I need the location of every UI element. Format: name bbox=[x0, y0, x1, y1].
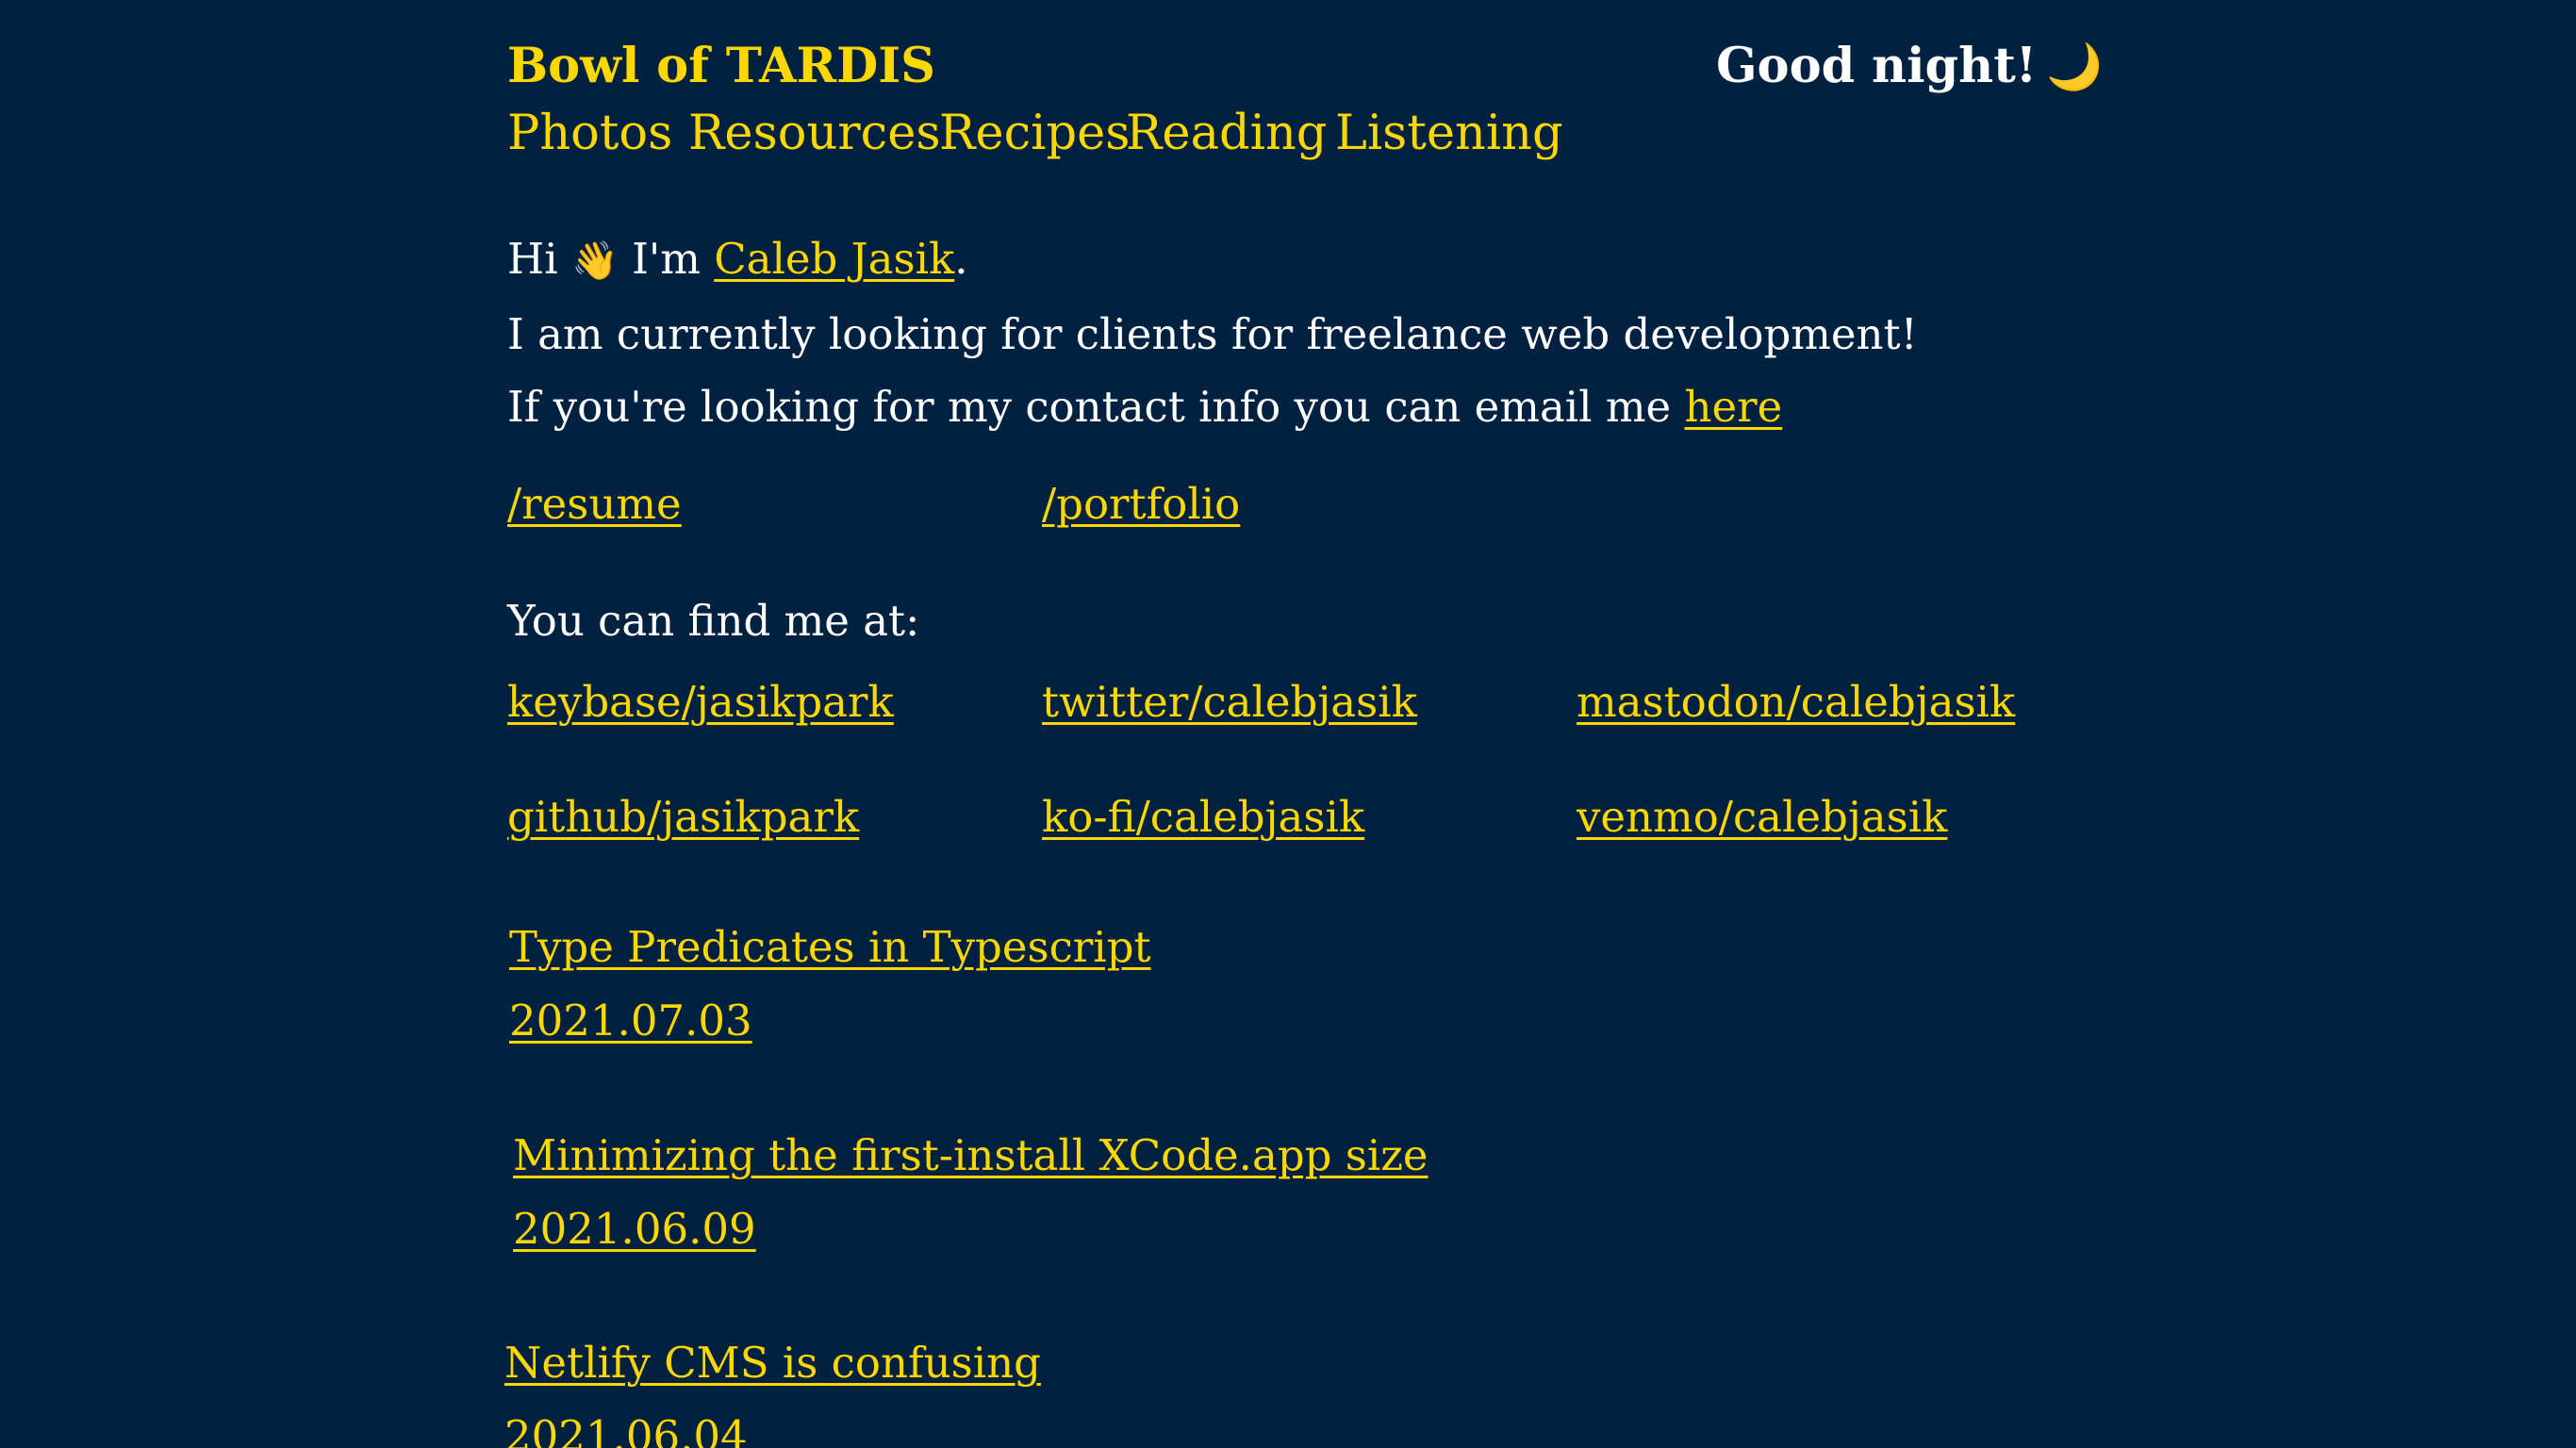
social-link-keybase[interactable]: keybase/jasikpark bbox=[507, 677, 894, 727]
social-link-kofi[interactable]: ko-fi/calebjasik bbox=[1042, 792, 1364, 842]
find-me-label: You can find me at: bbox=[507, 596, 920, 646]
post-date-link[interactable]: 2021.07.03 bbox=[509, 996, 752, 1045]
post-item: Minimizing the first-install XCode.app s… bbox=[513, 1119, 1428, 1266]
post-title-link[interactable]: Type Predicates in Typescript bbox=[509, 922, 1151, 972]
nav-item-photos[interactable]: Photos bbox=[507, 106, 672, 161]
social-link-twitter[interactable]: twitter/calebjasik bbox=[1042, 677, 1417, 727]
email-link[interactable]: here bbox=[1685, 382, 1783, 432]
post-date-link[interactable]: 2021.06.04 bbox=[504, 1411, 748, 1448]
social-link-mastodon[interactable]: mastodon/calebjasik bbox=[1577, 677, 2015, 727]
contact-text: If you're looking for my contact info yo… bbox=[507, 382, 1672, 432]
intro-line-1: Hi 👋 I'm Caleb Jasik. bbox=[507, 222, 1918, 298]
site-title[interactable]: Bowl of TARDIS bbox=[507, 38, 935, 94]
social-link-github[interactable]: github/jasikpark bbox=[507, 792, 859, 842]
period-text: . bbox=[954, 234, 968, 284]
moon-icon: 🌙 bbox=[2046, 41, 2103, 93]
social-link-venmo[interactable]: venmo/calebjasik bbox=[1577, 792, 1947, 842]
waving-hand-icon: 👋 bbox=[570, 239, 619, 283]
page: Bowl of TARDIS Good night! 🌙 Photos Resou… bbox=[0, 0, 2576, 1448]
name-link[interactable]: Caleb Jasik bbox=[714, 234, 954, 284]
resume-link[interactable]: /resume bbox=[507, 479, 682, 529]
nav-item-recipes[interactable]: Recipes bbox=[939, 106, 1130, 161]
post-date-link[interactable]: 2021.06.09 bbox=[513, 1204, 756, 1254]
post-title-link[interactable]: Minimizing the first-install XCode.app s… bbox=[513, 1130, 1428, 1180]
nav-item-resources[interactable]: Resources bbox=[688, 106, 941, 161]
portfolio-link[interactable]: /portfolio bbox=[1042, 479, 1240, 529]
intro-line-3: If you're looking for my contact info yo… bbox=[507, 370, 1918, 443]
intro: Hi 👋 I'm Caleb Jasik. I am currently loo… bbox=[507, 222, 1918, 443]
intro-line-2: I am currently looking for clients for f… bbox=[507, 309, 1918, 359]
greeting: Good night! 🌙 bbox=[1716, 38, 2103, 94]
post-title-link[interactable]: Netlify CMS is confusing bbox=[504, 1338, 1041, 1388]
post-item: Type Predicates in Typescript 2021.07.03 bbox=[509, 911, 1151, 1058]
greeting-text: Good night! bbox=[1716, 38, 2038, 94]
nav-item-listening[interactable]: Listening bbox=[1335, 106, 1563, 161]
nav-item-reading[interactable]: Reading bbox=[1126, 106, 1327, 161]
im-text: I'm bbox=[632, 234, 701, 284]
post-item: Netlify CMS is confusing 2021.06.04 bbox=[504, 1326, 1041, 1448]
hi-text: Hi bbox=[507, 234, 558, 284]
